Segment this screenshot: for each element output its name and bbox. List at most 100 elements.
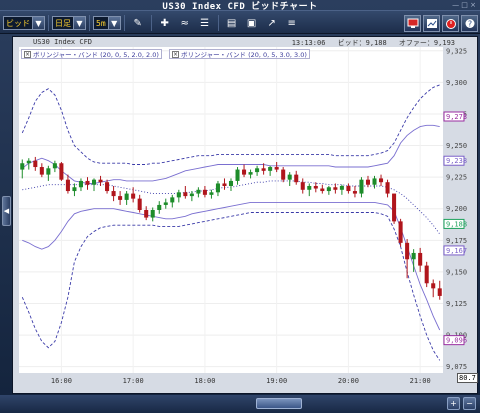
candle-body — [339, 185, 344, 190]
candle-body — [385, 182, 390, 194]
y-tick-label: 9,200 — [446, 205, 467, 213]
toolbar-separator — [48, 15, 49, 31]
toolbar: ビッド ▼ 日足 ▼ 5m ▼ ✎ ✚ ≈ ☰ ▤ ▣ ↗ ≡ ? — [0, 10, 480, 34]
y-tick-label: 9,075 — [446, 363, 467, 371]
candle-body — [150, 210, 155, 218]
trend-icon[interactable]: ↗ — [264, 15, 280, 31]
zoom-in-icon[interactable]: + — [447, 397, 460, 410]
zoom-out-icon[interactable]: − — [463, 397, 476, 410]
close-icon[interactable]: × — [172, 50, 179, 58]
price-type-dropdown[interactable]: ビッド ▼ — [3, 16, 45, 30]
price-marker-label: 9,096 — [446, 337, 467, 345]
bollinger-upper-2sd-line — [22, 124, 440, 184]
candle-body — [398, 221, 403, 243]
candle-body — [222, 183, 227, 186]
cross-icon[interactable]: ✚ — [157, 15, 173, 31]
bollinger-lower-3sd-line — [21, 212, 441, 361]
chevron-down-icon[interactable]: ▼ — [73, 17, 85, 29]
close-icon[interactable]: × — [24, 50, 31, 58]
timeframe-value: 5m — [96, 18, 106, 28]
candle-body — [437, 288, 442, 296]
side-panel-toggle[interactable]: ◀ — [2, 196, 11, 226]
candle-body — [105, 182, 110, 192]
x-tick-label: 16:00 — [51, 377, 72, 385]
candle-body — [333, 187, 338, 190]
alarm-icon[interactable] — [442, 14, 459, 32]
candle-body — [281, 169, 286, 180]
candle-body — [137, 198, 142, 210]
wave-icon[interactable]: ≈ — [177, 15, 193, 31]
pen-icon[interactable]: ✎ — [130, 15, 146, 31]
chart-icon[interactable] — [423, 14, 440, 32]
candle-body — [372, 178, 377, 185]
list-icon[interactable]: ≡ — [284, 15, 300, 31]
help-icon-glyph: ? — [465, 18, 474, 28]
candle-body — [228, 180, 234, 186]
candle-body — [183, 192, 188, 197]
candle-body — [209, 192, 214, 195]
y-tick-label: 9,225 — [446, 174, 467, 182]
candle-body — [26, 160, 31, 164]
briefcase-icon[interactable]: ▤ — [224, 15, 240, 31]
candle-body — [300, 182, 305, 190]
candle-body — [392, 193, 397, 222]
x-tick-label: 21:00 — [410, 377, 431, 385]
toolbar-separator — [89, 15, 90, 31]
status-bar: + − — [0, 395, 480, 413]
help-icon[interactable]: ? — [461, 14, 478, 32]
price-marker-label: 9,188 — [446, 220, 467, 228]
y-tick-label: 9,150 — [446, 268, 467, 276]
candle-body — [307, 185, 312, 190]
candle-body — [157, 204, 162, 210]
chart-type-dropdown[interactable]: 日足 ▼ — [52, 16, 86, 30]
candle-body — [255, 168, 260, 173]
candle-body — [39, 167, 44, 175]
candle-body — [72, 187, 77, 192]
candle-body — [124, 193, 129, 200]
candle-body — [111, 191, 116, 197]
candle-body — [424, 265, 429, 284]
timeframe-dropdown[interactable]: 5m ▼ — [93, 16, 121, 30]
bars-icon[interactable]: ☰ — [197, 15, 213, 31]
chart-window: US30 Index CFD ビッドチャート — □ × ビッド ▼ 日足 ▼ … — [0, 0, 480, 413]
candle-body — [118, 196, 123, 200]
legend-item-bollinger-1[interactable]: × ボリンジャー・バンド (20, 0, 5, 2.0, 2.0) — [21, 49, 162, 59]
candle-body — [418, 252, 423, 266]
candle-body — [85, 180, 90, 185]
price-marker-label: 9,238 — [446, 157, 467, 165]
candle-body — [189, 193, 194, 197]
candle-body — [235, 169, 240, 181]
chevron-down-icon[interactable]: ▼ — [107, 17, 120, 29]
monitor-icon[interactable] — [404, 14, 421, 32]
price-marker-label: 9,273 — [446, 113, 467, 121]
candle-body — [196, 189, 201, 194]
candle-body — [170, 197, 175, 203]
chart-type-value: 日足 — [55, 18, 71, 28]
candle-body — [379, 178, 384, 183]
candle-body — [202, 189, 207, 195]
y-tick-label: 9,300 — [446, 79, 467, 87]
price-type-value: ビッド — [6, 18, 30, 28]
horizontal-scroll-thumb[interactable] — [256, 398, 302, 409]
chart-area: US30 Index CFD 13:13:06 ビッド：9,188 オファー：9… — [12, 36, 478, 394]
legend-item-bollinger-2[interactable]: × ボリンジャー・バンド (20, 0, 5, 3.0, 3.0) — [169, 49, 310, 59]
image-icon[interactable]: ▣ — [244, 15, 260, 31]
candle-body — [405, 242, 410, 260]
chevron-down-icon[interactable]: ▼ — [32, 17, 44, 29]
candle-body — [98, 179, 103, 183]
candle-body — [59, 163, 64, 180]
svg-text:?: ? — [467, 19, 471, 28]
candle-body — [352, 191, 357, 194]
y-tick-label: 9,175 — [446, 237, 467, 245]
candle-body — [20, 163, 25, 170]
candle-body — [268, 167, 273, 171]
x-tick-label: 17:00 — [123, 377, 144, 385]
candle-body — [359, 179, 364, 194]
y-tick-label: 9,125 — [446, 300, 467, 308]
toolbar-left-group: ビッド ▼ 日足 ▼ 5m ▼ ✎ ✚ ≈ ☰ ▤ ▣ ↗ ≡ — [3, 15, 302, 31]
candle-body — [274, 167, 279, 170]
candle-body — [313, 185, 318, 189]
candlestick-chart[interactable]: 9,3259,3009,2759,2509,2259,2009,1759,150… — [13, 37, 479, 395]
window-controls[interactable]: — □ × — [452, 1, 476, 9]
candle-body — [33, 160, 38, 168]
